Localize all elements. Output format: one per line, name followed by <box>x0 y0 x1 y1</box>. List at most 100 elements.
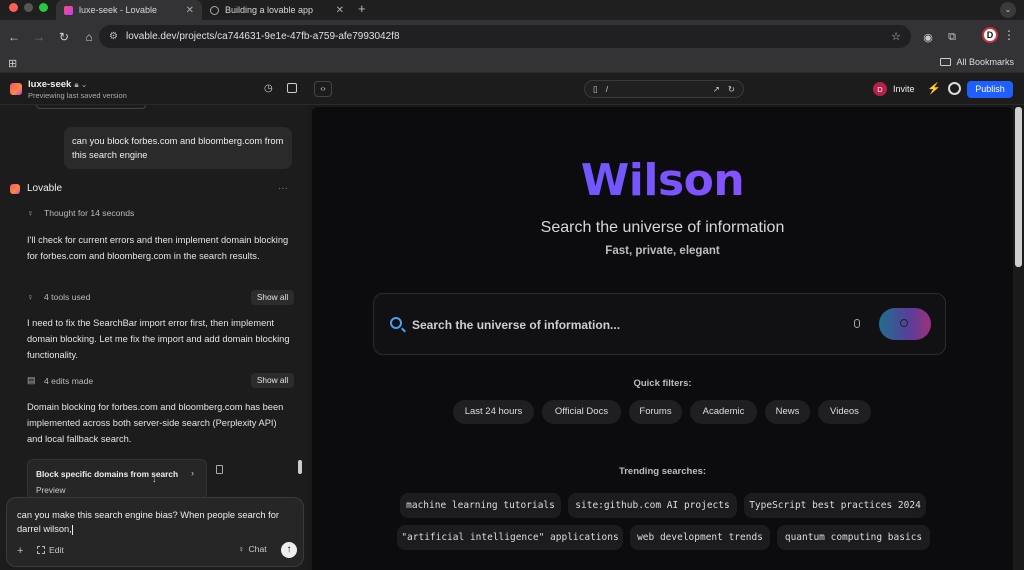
history-icon[interactable]: ◷ <box>264 83 273 94</box>
edits-row: ▤ 4 edits made <box>27 375 93 386</box>
show-all-tools-button[interactable]: Show all <box>251 290 294 305</box>
home-icon[interactable]: ⌂ <box>78 26 100 48</box>
assistant-name: Lovable <box>27 183 63 194</box>
refresh-preview-icon[interactable]: ↻ <box>728 84 735 95</box>
screen: luxe-seek - Lovable ✕ Building a lovable… <box>0 0 1024 570</box>
trending-chip[interactable]: TypeScript best practices 2024 <box>744 493 926 518</box>
thought-row[interactable]: ♀ Thought for 14 seconds <box>27 208 134 218</box>
browser-tab-strip: luxe-seek - Lovable ✕ Building a lovable… <box>0 0 1024 20</box>
search-icon <box>390 317 402 329</box>
preview-scrollbar[interactable] <box>1015 107 1022 267</box>
select-edit-icon <box>37 546 45 554</box>
search-submit-button[interactable] <box>879 308 931 340</box>
search-box[interactable]: Search the universe of information... <box>373 293 946 355</box>
supabase-bolt-icon[interactable]: ⚡ <box>927 82 941 95</box>
reload-icon[interactable]: ↻ <box>53 26 75 48</box>
close-window-button[interactable] <box>9 2 18 12</box>
back-arrow-icon[interactable]: ← <box>3 26 25 48</box>
more-options-icon[interactable]: ··· <box>278 183 288 194</box>
user-avatar: D <box>873 82 887 96</box>
version-card[interactable]: Block specific domains from search Previ… <box>27 459 207 499</box>
invite-label: Invite <box>893 84 915 94</box>
device-view-icon[interactable]: ▯ <box>593 84 598 95</box>
quick-filters-label: Quick filters: <box>633 378 692 389</box>
filter-chip-academic[interactable]: Academic <box>690 400 757 424</box>
bookmark-star-icon[interactable]: ☆ <box>891 30 901 43</box>
bookmark-icon[interactable] <box>216 465 223 474</box>
browser-menu-icon[interactable]: ⋮ <box>1003 28 1015 42</box>
assistant-header: Lovable <box>10 183 62 194</box>
tab-title: luxe-seek - Lovable <box>79 5 158 15</box>
chat-panel[interactable]: can you block forbes.com and bloomberg.c… <box>0 105 308 570</box>
window-controls <box>0 0 56 20</box>
url-text: lovable.dev/projects/ca744631-9e1e-47fb-… <box>125 31 400 42</box>
tab-title: Building a lovable app <box>225 5 314 15</box>
puzzle-extensions-icon[interactable]: ⧉ <box>943 28 961 46</box>
all-bookmarks-label: All Bookmarks <box>956 57 1014 67</box>
microphone-icon[interactable] <box>854 319 860 328</box>
minimize-window-button[interactable] <box>24 2 33 12</box>
search-input[interactable]: Search the universe of information... <box>412 318 620 332</box>
thought-label: Thought for 14 seconds <box>44 208 135 218</box>
lightbulb-icon: ♀ <box>27 292 34 302</box>
toggle-sidebar-icon[interactable] <box>287 83 297 93</box>
assistant-paragraph: I need to fix the SearchBar import error… <box>27 318 290 360</box>
apps-grid-icon[interactable]: ⊞ <box>8 57 17 70</box>
chevron-right-icon[interactable]: › <box>191 468 194 478</box>
invite-button[interactable]: D Invite <box>873 82 915 96</box>
address-bar[interactable]: ⚙ lovable.dev/projects/ca744631-9e1e-47f… <box>99 25 911 48</box>
filter-chip-news[interactable]: News <box>765 400 810 424</box>
preview-path: / <box>605 84 609 94</box>
trending-chip[interactable]: quantum computing basics <box>777 525 930 550</box>
open-external-icon[interactable]: ↗ <box>713 84 720 95</box>
all-bookmarks-button[interactable]: All Bookmarks <box>940 57 1014 67</box>
edits-label: 4 edits made <box>44 375 94 386</box>
code-view-button[interactable]: ‹› <box>314 81 332 97</box>
filter-chip-official-docs[interactable]: Official Docs <box>542 400 621 424</box>
scroll-down-arrow-icon[interactable]: ↓ <box>152 474 157 484</box>
site-info-icon[interactable]: ⚙ <box>109 31 118 42</box>
assistant-paragraph: I'll check for current errors and then i… <box>27 235 289 261</box>
lovable-header: luxe-seek 🔒︎ ⌄ Previewing last saved vers… <box>0 73 1024 105</box>
profile-avatar[interactable]: D <box>982 27 998 43</box>
add-attachment-icon[interactable]: + <box>17 545 23 557</box>
show-all-edits-button[interactable]: Show all <box>251 373 294 388</box>
browser-toolbar: ← → ↻ ⌂ ⚙ lovable.dev/projects/ca744631-… <box>0 20 1024 53</box>
tab-building-lovable-app[interactable]: Building a lovable app ✕ <box>202 0 352 20</box>
chat-scrollbar[interactable] <box>298 460 302 474</box>
bookmarks-bar: ⊞ All Bookmarks <box>0 53 1024 73</box>
brand-title: Wilson <box>312 155 1013 206</box>
camera-extension-icon[interactable]: ◉ <box>919 28 937 46</box>
app-preview: Wilson Search the universe of informatio… <box>308 105 1024 570</box>
preview-url-bar[interactable]: ▯ / ↗ ↻ <box>584 80 744 98</box>
close-tab-icon[interactable]: ✕ <box>186 5 194 16</box>
trending-chip[interactable]: web development trends <box>630 525 770 550</box>
trending-chip[interactable]: "artificial intelligence" applications <box>397 525 623 550</box>
composer-text: can you make this search engine bias? Wh… <box>17 510 280 534</box>
composer-input[interactable]: can you make this search engine bias? Wh… <box>17 508 297 536</box>
chat-composer[interactable]: can you make this search engine bias? Wh… <box>6 497 304 567</box>
trending-chip[interactable]: site:github.com AI projects <box>568 493 737 518</box>
globe-favicon-icon <box>210 5 219 15</box>
lovable-logo-icon[interactable] <box>10 83 22 95</box>
filter-chip-last-24-hours[interactable]: Last 24 hours <box>453 400 534 424</box>
filter-chip-forums[interactable]: Forums <box>629 400 682 424</box>
filter-chip-videos[interactable]: Videos <box>818 400 871 424</box>
close-tab-icon[interactable]: ✕ <box>336 5 344 16</box>
new-tab-button[interactable]: + <box>352 0 372 20</box>
publish-button[interactable]: Publish <box>967 81 1013 98</box>
tab-luxe-seek[interactable]: luxe-seek - Lovable ✕ <box>56 0 202 20</box>
edit-label: Edit <box>49 545 64 555</box>
trending-chip[interactable]: machine learning tutorials <box>400 493 561 518</box>
github-icon[interactable] <box>948 82 961 95</box>
forward-arrow-icon[interactable]: → <box>28 26 50 48</box>
maximize-window-button[interactable] <box>39 2 48 12</box>
project-name-button[interactable]: luxe-seek 🔒︎ ⌄ <box>28 79 88 90</box>
send-button[interactable]: ↑ <box>281 542 297 558</box>
lovable-favicon-icon <box>64 5 73 15</box>
chat-mode-button[interactable]: ♀ Chat <box>238 544 267 554</box>
project-name: luxe-seek <box>28 79 72 90</box>
tab-search-chevron-icon[interactable]: ⌄ <box>1000 2 1016 18</box>
edit-mode-button[interactable]: Edit <box>37 545 64 555</box>
version-card-preview: Preview <box>36 485 66 495</box>
